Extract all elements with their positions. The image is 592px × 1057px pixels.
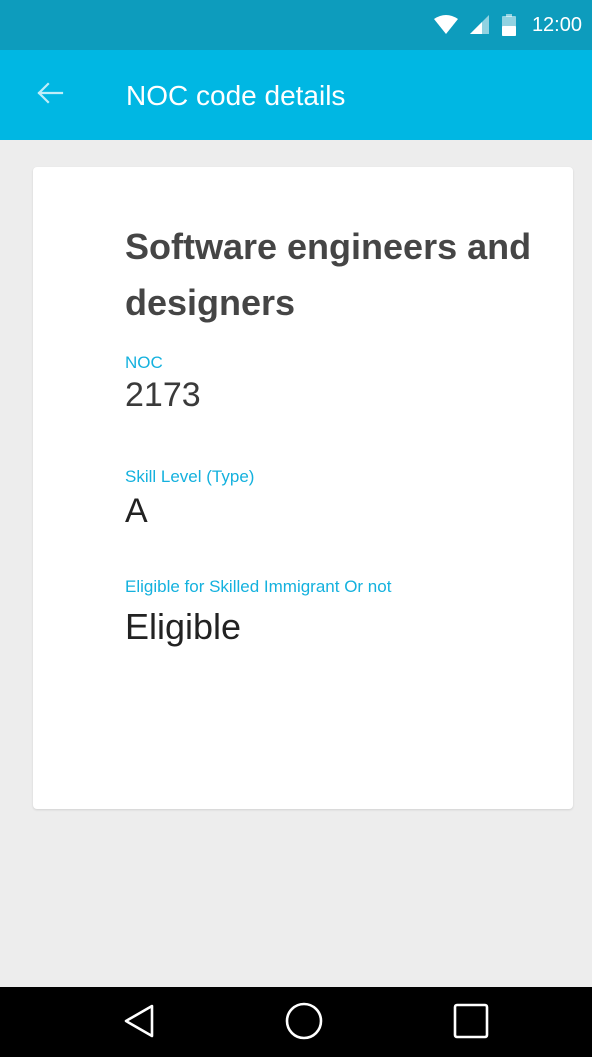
nav-recents-button[interactable] [447, 999, 495, 1047]
back-button[interactable] [30, 75, 70, 115]
triangle-back-icon [122, 1003, 156, 1044]
skill-level-label: Skill Level (Type) [125, 467, 255, 486]
status-icons: 12:00 [433, 0, 582, 50]
details-card: Software engineers and designers NOC 217… [33, 167, 573, 809]
nav-home-button[interactable] [280, 999, 328, 1047]
cellular-signal-icon [469, 15, 490, 35]
wifi-icon [433, 15, 458, 35]
arrow-left-icon [36, 81, 64, 110]
status-time: 12:00 [531, 14, 582, 36]
circle-home-icon [284, 1001, 324, 1046]
battery-icon [501, 14, 516, 36]
card-content: Software engineers and designers NOC 217… [125, 219, 545, 649]
noc-label: NOC [125, 353, 163, 372]
status-bar: 12:00 [0, 0, 592, 50]
skill-level-value: A [125, 492, 148, 530]
nav-back-button[interactable] [115, 999, 163, 1047]
occupation-title: Software engineers and designers [125, 226, 532, 323]
eligibility-value: Eligible [125, 606, 242, 647]
page-title: NOC code details [126, 80, 346, 111]
noc-value: 2173 [125, 376, 201, 414]
app-bar: NOC code details [0, 50, 592, 140]
navigation-bar [0, 987, 592, 1057]
square-recents-icon [453, 1003, 489, 1044]
eligibility-label: Eligible for Skilled Immigrant Or not [125, 577, 392, 596]
